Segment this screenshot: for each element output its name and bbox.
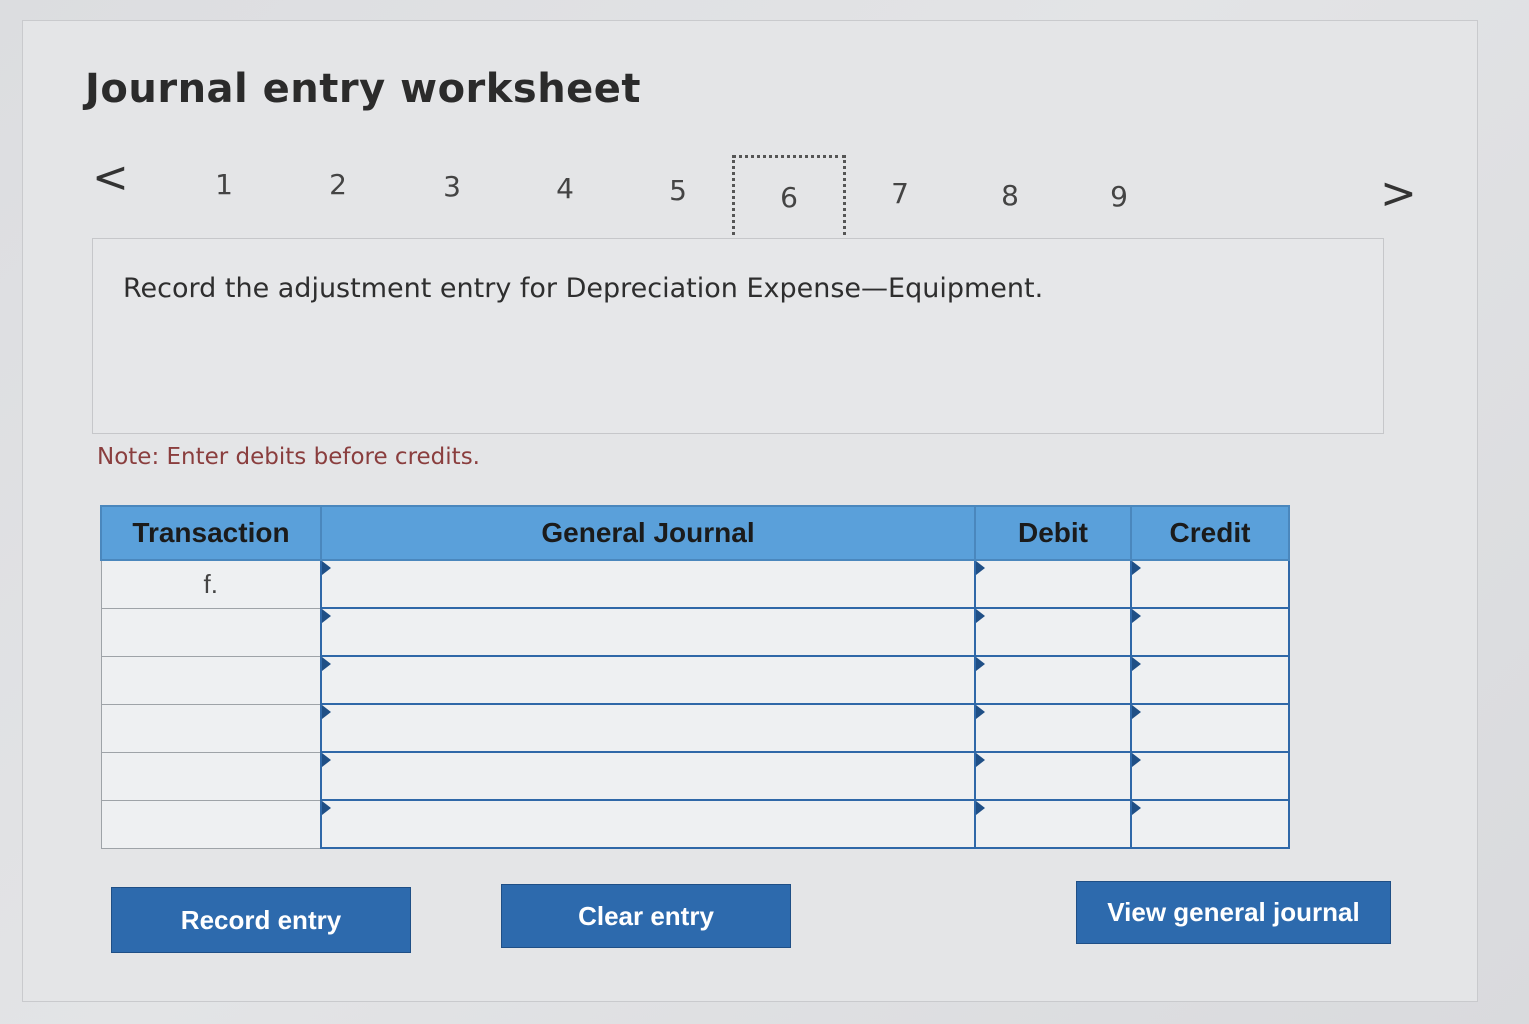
debit-input[interactable] <box>974 799 1132 849</box>
step-3[interactable]: 3 <box>432 170 472 203</box>
account-select[interactable] <box>320 655 976 705</box>
transaction-cell <box>100 655 322 705</box>
debit-input[interactable] <box>974 655 1132 705</box>
debit-input[interactable] <box>974 559 1132 609</box>
transaction-cell: f. <box>100 559 322 609</box>
table-row <box>100 751 1290 801</box>
table-row <box>100 799 1290 849</box>
journal-header-row: Transaction General Journal Debit Credit <box>100 505 1290 561</box>
note-text: Note: Enter debits before credits. <box>97 444 480 470</box>
transaction-cell <box>100 607 322 657</box>
transaction-cell <box>100 799 322 849</box>
step-7[interactable]: 7 <box>880 177 920 210</box>
header-transaction: Transaction <box>100 505 322 561</box>
credit-input[interactable] <box>1130 607 1290 657</box>
account-select[interactable] <box>320 799 976 849</box>
header-credit: Credit <box>1130 505 1290 561</box>
screen: Journal entry worksheet < 1 2 3 4 5 6 7 … <box>0 0 1529 1024</box>
question-text: Record the adjustment entry for Deprecia… <box>123 273 1044 304</box>
step-9[interactable]: 9 <box>1099 180 1139 213</box>
step-1[interactable]: 1 <box>204 168 244 201</box>
credit-input[interactable] <box>1130 751 1290 801</box>
transaction-cell <box>100 751 322 801</box>
account-select[interactable] <box>320 703 976 753</box>
worksheet-title: Journal entry worksheet <box>85 66 642 112</box>
step-5[interactable]: 5 <box>658 174 698 207</box>
question-box: Record the adjustment entry for Deprecia… <box>92 238 1384 434</box>
step-6-active[interactable]: 6 <box>732 155 846 247</box>
credit-input[interactable] <box>1130 703 1290 753</box>
table-row <box>100 607 1290 657</box>
account-select[interactable] <box>320 751 976 801</box>
debit-input[interactable] <box>974 607 1132 657</box>
debit-input[interactable] <box>974 703 1132 753</box>
journal-table: Transaction General Journal Debit Credit… <box>100 505 1290 849</box>
step-8[interactable]: 8 <box>990 179 1030 212</box>
credit-input[interactable] <box>1130 655 1290 705</box>
table-row <box>100 703 1290 753</box>
step-2[interactable]: 2 <box>318 168 358 201</box>
record-entry-button[interactable]: Record entry <box>111 887 411 953</box>
header-general-journal: General Journal <box>320 505 976 561</box>
credit-input[interactable] <box>1130 799 1290 849</box>
account-select[interactable] <box>320 607 976 657</box>
transaction-cell <box>100 703 322 753</box>
account-select[interactable] <box>320 559 976 609</box>
debit-input[interactable] <box>974 751 1132 801</box>
table-row: f. <box>100 559 1290 609</box>
credit-input[interactable] <box>1130 559 1290 609</box>
header-debit: Debit <box>974 505 1132 561</box>
chevron-left-icon[interactable]: < <box>92 156 129 200</box>
step-4[interactable]: 4 <box>545 172 585 205</box>
view-general-journal-button[interactable]: View general journal <box>1076 881 1391 944</box>
table-row <box>100 655 1290 705</box>
clear-entry-button[interactable]: Clear entry <box>501 884 791 948</box>
chevron-right-icon[interactable]: > <box>1380 172 1417 216</box>
